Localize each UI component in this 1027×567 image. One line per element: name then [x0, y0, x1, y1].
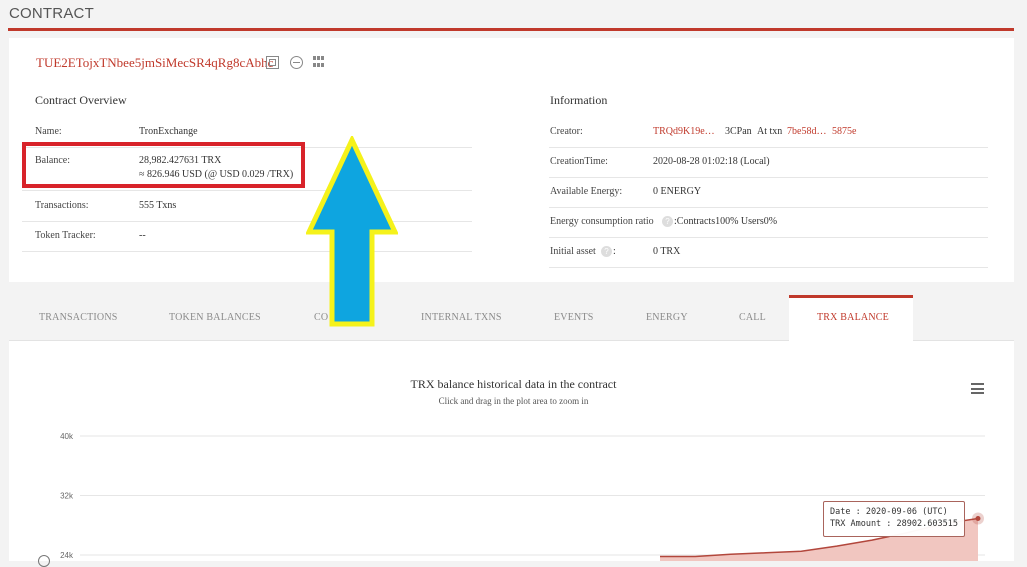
tab-trx-balance[interactable]: TRX BALANCE — [817, 312, 889, 323]
initial-asset-label: Initial asset — [550, 246, 596, 257]
row-divider — [549, 147, 988, 148]
zoom-reset-icon[interactable] — [38, 555, 50, 567]
tab-energy[interactable]: ENERGY — [646, 312, 688, 323]
tooltip-date: Date : 2020-09-06 (UTC) — [830, 506, 958, 518]
tab-events[interactable]: EVENTS — [554, 312, 594, 323]
available-energy-label: Available Energy: — [550, 186, 622, 197]
up-arrow-shape — [309, 140, 395, 324]
row-divider — [549, 207, 988, 208]
qr-code-icon[interactable] — [313, 56, 324, 67]
energy-ratio-value: :Contracts100% Users0% — [674, 216, 777, 227]
row-divider — [549, 267, 988, 268]
initial-asset-colon: : — [613, 246, 616, 257]
creator-address-mid: 3CPan — [725, 126, 752, 137]
creator-address-link[interactable]: TRQd9K19e… — [653, 126, 715, 137]
contract-address-link[interactable]: TUE2ETojxTNbee5jmSiMecSR4qRg8cAbhc — [36, 55, 273, 71]
creator-txn-tail[interactable]: 5875e — [832, 126, 856, 137]
y-tick-label: 24k — [60, 551, 74, 560]
token-icon[interactable] — [290, 56, 303, 69]
row-divider — [22, 251, 472, 252]
hamburger-menu-icon[interactable] — [971, 383, 984, 394]
creator-label: Creator: — [550, 126, 583, 137]
y-tick-label: 40k — [60, 432, 74, 441]
tab-transactions[interactable]: TRANSACTIONS — [39, 312, 118, 323]
contract-overview-title: Contract Overview — [35, 93, 127, 108]
row-divider — [22, 221, 472, 222]
initial-asset-value: 0 TRX — [653, 246, 680, 257]
balance-highlight-annotation — [22, 142, 305, 188]
name-label: Name: — [35, 126, 62, 137]
transactions-value[interactable]: 555 Txns — [139, 200, 176, 211]
chart-tooltip: Date : 2020-09-06 (UTC) TRX Amount : 289… — [823, 501, 965, 537]
creator-at-txn: At txn — [757, 126, 782, 137]
page-title: CONTRACT — [9, 5, 94, 22]
y-tick-label: 32k — [60, 492, 74, 501]
token-tracker-label: Token Tracker: — [35, 230, 96, 241]
tab-internal-txns[interactable]: INTERNAL TXNS — [421, 312, 502, 323]
title-divider — [8, 28, 1014, 31]
name-value: TronExchange — [139, 126, 198, 137]
copy-icon[interactable] — [266, 56, 279, 69]
row-divider — [549, 177, 988, 178]
token-tracker-value: -- — [139, 230, 146, 241]
hovered-data-point — [976, 516, 981, 521]
creator-txn-link[interactable]: 7be58d… — [787, 126, 826, 137]
tab-token-balances[interactable]: TOKEN BALANCES — [169, 312, 261, 323]
help-icon[interactable]: ? — [601, 246, 612, 257]
chart-title: TRX balance historical data in the contr… — [0, 377, 1027, 392]
help-icon[interactable]: ? — [662, 216, 673, 227]
creation-time-label: CreationTime: — [550, 156, 608, 167]
up-arrow-annotation — [306, 136, 398, 328]
row-divider — [549, 237, 988, 238]
row-divider — [22, 190, 472, 191]
energy-ratio-label: Energy consumption ratio — [550, 216, 654, 227]
tooltip-amount: TRX Amount : 28902.603515 — [830, 518, 958, 530]
tab-call[interactable]: CALL — [739, 312, 766, 323]
available-energy-value: 0 ENERGY — [653, 186, 701, 197]
creation-time-value: 2020-08-28 01:02:18 (Local) — [653, 156, 770, 167]
trx-balance-chart[interactable]: 40k 32k 24k — [0, 420, 1027, 561]
chart-subtitle: Click and drag in the plot area to zoom … — [0, 396, 1027, 406]
information-title: Information — [550, 93, 607, 108]
transactions-label: Transactions: — [35, 200, 89, 211]
